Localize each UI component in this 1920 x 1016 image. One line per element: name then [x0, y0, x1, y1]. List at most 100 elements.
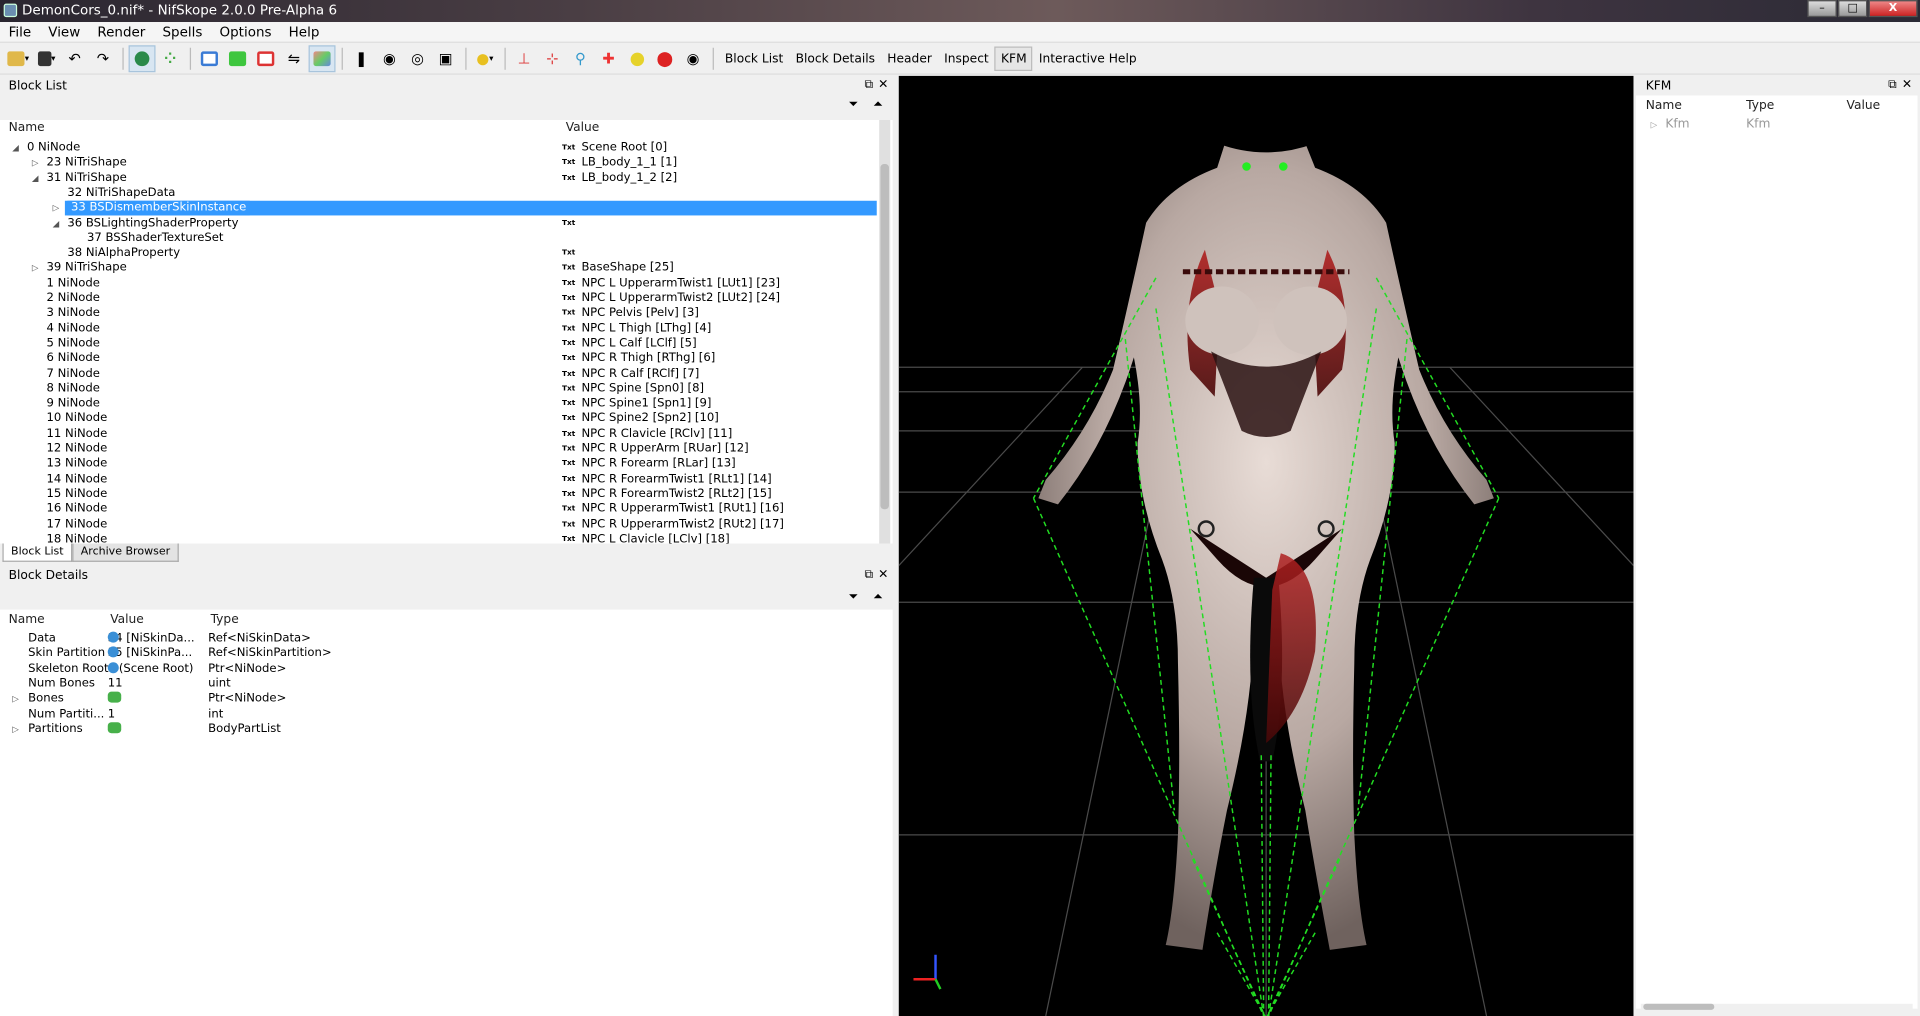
- show-hidden-alt-button[interactable]: ◎: [404, 45, 431, 72]
- toolbar-inspect[interactable]: Inspect: [938, 47, 995, 71]
- close-icon[interactable]: ✕: [878, 78, 893, 91]
- float-icon[interactable]: ⧉: [864, 568, 878, 581]
- toolbar-block-list[interactable]: Block List: [719, 47, 790, 71]
- detail-value[interactable]: 0 (Scene Root): [107, 661, 193, 677]
- show-havok-toggle[interactable]: ✚: [595, 45, 622, 72]
- view-side-button[interactable]: [252, 45, 279, 72]
- tab-archive-browser[interactable]: Archive Browser: [72, 543, 179, 562]
- block-row[interactable]: ◢ 0 NiNode Txt Scene Root [0]: [0, 141, 876, 156]
- textures-toggle[interactable]: [128, 45, 156, 73]
- detail-row[interactable]: Data 34 [NiSkinDa... Ref<NiSkinData>: [0, 631, 888, 647]
- maximize-button[interactable]: □: [1837, 0, 1868, 18]
- open-file-button[interactable]: ▾: [5, 45, 32, 72]
- detail-row[interactable]: Num Partiti... 1 int: [0, 707, 888, 722]
- view-front-button[interactable]: [196, 45, 223, 72]
- walk-mode-button[interactable]: ❚: [348, 45, 375, 72]
- tab-block-list[interactable]: Block List: [2, 543, 73, 562]
- menu-view[interactable]: View: [40, 24, 89, 40]
- title-bar[interactable]: DemonCors_0.nif* - NifSkope 2.0.0 Pre-Al…: [0, 0, 1920, 23]
- column-header-name[interactable]: Name: [9, 612, 45, 629]
- expand-up-button[interactable]: ⏶: [873, 98, 883, 111]
- expand-up-button[interactable]: ⏶: [873, 590, 883, 603]
- block-row[interactable]: 16 NiNode Txt NPC R UpperarmTwist1 [RUt1] …: [0, 502, 876, 517]
- show-markers-toggle[interactable]: ⬤: [651, 45, 678, 72]
- collapsed-arrow-icon[interactable]: ▷: [53, 201, 60, 216]
- block-row[interactable]: 9 NiNode Txt NPC Spine1 [Spn1] [9]: [0, 397, 876, 412]
- show-skeleton-toggle[interactable]: ⚲: [567, 45, 594, 72]
- column-header-name[interactable]: Name: [1646, 98, 1682, 115]
- toolbar-interactive-help[interactable]: Interactive Help: [1033, 47, 1143, 71]
- detail-row[interactable]: Num Bones 11 uint: [0, 677, 888, 692]
- details-table[interactable]: Name Value Type Data 34 [NiSkinDa... Ref<N…: [0, 609, 893, 1016]
- save-file-button[interactable]: ▾: [33, 45, 60, 72]
- expanded-arrow-icon[interactable]: ◢: [32, 171, 39, 186]
- block-row[interactable]: 11 NiNode Txt NPC R Clavicle [RClv] [11]: [0, 427, 876, 442]
- collapsed-arrow-icon[interactable]: ▷: [32, 261, 39, 276]
- block-row[interactable]: 12 NiNode Txt NPC R UpperArm [RUar] [12]: [0, 442, 876, 457]
- lighting-button[interactable]: ● ▾: [471, 45, 498, 72]
- block-row[interactable]: 4 NiNode Txt NPC L Thigh [LThg] [4]: [0, 321, 876, 336]
- block-row[interactable]: 3 NiNode Txt NPC Pelvis [Pelv] [3]: [0, 306, 876, 321]
- expand-arrow-icon[interactable]: ▷: [1651, 120, 1658, 130]
- column-header-type[interactable]: Type: [1746, 98, 1774, 115]
- block-row[interactable]: 15 NiNode Txt NPC R ForearmTwist2 [RLt2] […: [0, 487, 876, 502]
- detail-value[interactable]: 11: [108, 677, 123, 692]
- collapse-all-button[interactable]: ⏷: [849, 590, 859, 603]
- block-row[interactable]: 32 NiTriShapeData: [0, 186, 876, 201]
- block-row[interactable]: 2 NiNode Txt NPC L UpperarmTwist2 [LUt2] […: [0, 291, 876, 306]
- block-list-scrollbar[interactable]: [879, 119, 891, 544]
- collapsed-arrow-icon[interactable]: ▷: [12, 692, 19, 707]
- detail-row[interactable]: Skin Partition 35 [NiSkinPa... Ref<NiSkinP…: [0, 646, 888, 662]
- perspective-toggle[interactable]: [308, 45, 336, 73]
- show-nodes-toggle[interactable]: ⊹: [539, 45, 566, 72]
- block-row[interactable]: ◢ 31 NiTriShape Txt LB_body_1_2 [2]: [0, 171, 876, 186]
- expanded-arrow-icon[interactable]: ◢: [12, 141, 19, 156]
- close-icon[interactable]: ✕: [1902, 78, 1917, 91]
- toolbar-header[interactable]: Header: [881, 47, 938, 71]
- column-header-value[interactable]: Value: [566, 120, 600, 137]
- block-row[interactable]: 37 BSShaderTextureSet: [0, 231, 876, 246]
- menu-render[interactable]: Render: [89, 24, 154, 40]
- detail-value[interactable]: 34 [NiSkinDa...: [107, 631, 195, 647]
- block-row[interactable]: ◢ 36 BSLightingShaderProperty Txt: [0, 216, 876, 231]
- kfm-row-name[interactable]: Kfm: [1665, 118, 1689, 131]
- block-row[interactable]: ▷ 33 BSDismemberSkinInstance: [53, 200, 877, 217]
- menu-options[interactable]: Options: [211, 24, 280, 40]
- block-row[interactable]: 6 NiNode Txt NPC R Thigh [RThg] [6]: [0, 352, 876, 367]
- menu-spells[interactable]: Spells: [154, 24, 211, 40]
- detail-value[interactable]: 35 [NiSkinPa...: [107, 646, 192, 662]
- block-row[interactable]: ▷ 39 NiTriShape Txt BaseShape [25]: [0, 261, 876, 276]
- kfm-tree[interactable]: Name Type Value ▷ Kfm Kfm: [1635, 95, 1918, 1010]
- detail-row[interactable]: ▷ Bones Ptr<NiNode>: [0, 691, 888, 707]
- block-row[interactable]: 5 NiNode Txt NPC L Calf [LClf] [5]: [0, 336, 876, 351]
- float-icon[interactable]: ⧉: [864, 78, 878, 91]
- block-row[interactable]: 13 NiNode Txt NPC R Forearm [RLar] [13]: [0, 457, 876, 472]
- block-row[interactable]: 7 NiNode Txt NPC R Calf [RClf] [7]: [0, 367, 876, 382]
- block-row[interactable]: ▷ 23 NiTriShape Txt LB_body_1_1 [1]: [0, 156, 876, 171]
- block-row[interactable]: 17 NiNode Txt NPC R UpperarmTwist2 [RUt2] …: [0, 517, 876, 532]
- render-viewport[interactable]: [898, 75, 1634, 1016]
- show-hidden-button[interactable]: ◉: [376, 45, 403, 72]
- detail-row[interactable]: Skeleton Root 0 (Scene Root) Ptr<NiNode>: [0, 661, 888, 677]
- view-top-button[interactable]: [224, 45, 251, 72]
- show-hidden-nodes-toggle[interactable]: ◉: [680, 45, 707, 72]
- close-icon[interactable]: ✕: [878, 568, 893, 581]
- vertex-colors-toggle[interactable]: ⁘: [157, 45, 184, 72]
- show-constraints-toggle[interactable]: [623, 45, 650, 72]
- block-tree[interactable]: Name Value ◢ 0 NiNode Txt Scene Root [0] ▷ 23…: [0, 119, 893, 544]
- detail-row[interactable]: ▷ Partitions BodyPartList: [0, 721, 888, 737]
- block-row[interactable]: 1 NiNode Txt NPC L UpperarmTwist1 [LUt1] […: [0, 276, 876, 291]
- close-button[interactable]: X: [1868, 0, 1918, 18]
- expanded-arrow-icon[interactable]: ◢: [53, 216, 60, 231]
- scrollbar-thumb[interactable]: [880, 164, 889, 510]
- column-header-name[interactable]: Name: [9, 120, 45, 137]
- block-row[interactable]: 18 NiNode Txt NPC L Clavicle [LClv] [18]: [0, 532, 876, 543]
- collapsed-arrow-icon[interactable]: ▷: [32, 156, 39, 171]
- block-row[interactable]: 14 NiNode Txt NPC R ForearmTwist1 [RLt1] […: [0, 472, 876, 487]
- detail-value[interactable]: 1: [108, 707, 115, 722]
- scrollbar-thumb[interactable]: [1643, 1003, 1715, 1010]
- show-axes-toggle[interactable]: ⊥: [511, 45, 538, 72]
- toolbar-block-details[interactable]: Block Details: [789, 47, 881, 71]
- column-header-value[interactable]: Value: [110, 612, 144, 629]
- block-row[interactable]: 38 NiAlphaProperty Txt: [0, 246, 876, 261]
